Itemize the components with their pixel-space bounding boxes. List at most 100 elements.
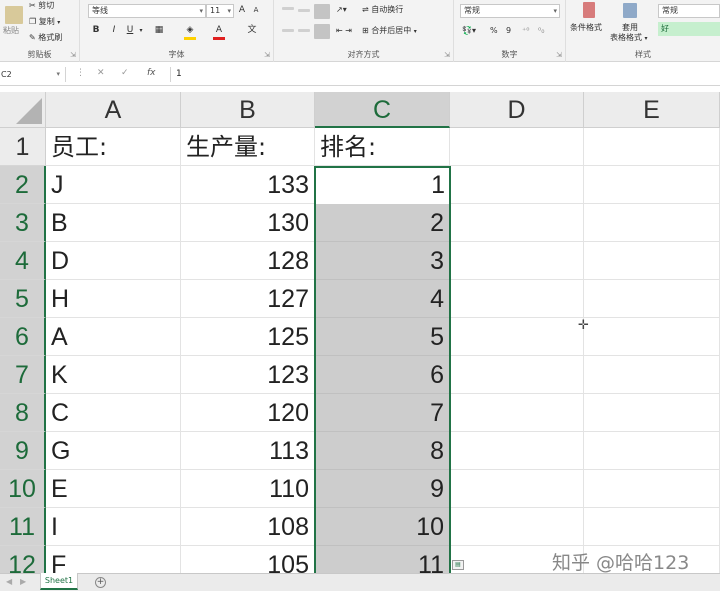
style-good-cell[interactable]: 好	[658, 22, 720, 36]
borders-button[interactable]: ▦	[152, 24, 166, 37]
shrink-font-button[interactable]: A	[250, 4, 262, 17]
cell-c1[interactable]: 排名:	[315, 128, 450, 166]
cell-b10[interactable]: 110	[181, 470, 315, 508]
row-header-4[interactable]: 4	[0, 242, 46, 280]
cell-d8[interactable]	[450, 394, 584, 432]
fill-color-button[interactable]: ◈	[183, 24, 197, 37]
cell-c4[interactable]: 3	[315, 242, 450, 280]
align-top-icon[interactable]	[282, 7, 294, 10]
cell-e6[interactable]	[584, 318, 720, 356]
cancel-icon[interactable]: ✕	[97, 68, 105, 78]
row-header-5[interactable]: 5	[0, 280, 46, 318]
cell-c11[interactable]: 10	[315, 508, 450, 546]
cell-c7[interactable]: 6	[315, 356, 450, 394]
cell-e1[interactable]	[584, 128, 720, 166]
cell-d3[interactable]	[450, 204, 584, 242]
phonetic-button[interactable]: 文	[245, 24, 259, 37]
select-all-button[interactable]	[0, 92, 46, 128]
chevron-down-icon[interactable]: ▾	[137, 24, 145, 37]
cell-a11[interactable]: I	[46, 508, 181, 546]
name-box[interactable]: C2 ▾	[0, 67, 66, 82]
quick-analysis-icon[interactable]: ▤	[452, 560, 464, 570]
cell-d6[interactable]	[450, 318, 584, 356]
cell-b5[interactable]: 127	[181, 280, 315, 318]
merge-center-button[interactable]: ⊞ 合并后居中 ▾	[362, 26, 417, 37]
tab-sheet1[interactable]: Sheet1	[40, 573, 78, 590]
cell-d7[interactable]	[450, 356, 584, 394]
row-header-3[interactable]: 3	[0, 204, 46, 242]
cell-d11[interactable]	[450, 508, 584, 546]
active-cell-c2[interactable]: 1	[315, 167, 450, 204]
cell-a2[interactable]: J	[46, 166, 181, 204]
column-header-c[interactable]: C	[315, 92, 450, 128]
column-header-a[interactable]: A	[46, 92, 181, 128]
cell-d9[interactable]	[450, 432, 584, 470]
cell-b7[interactable]: 123	[181, 356, 315, 394]
decrease-decimal-icon[interactable]: ⁰₀	[538, 26, 544, 36]
cell-e8[interactable]	[584, 394, 720, 432]
orientation-icon[interactable]: ↗▾	[336, 5, 347, 15]
copy-button[interactable]: ❐ 复制 ▾	[29, 17, 60, 28]
cell-b9[interactable]: 113	[181, 432, 315, 470]
more-options-icon[interactable]: ⋮	[76, 68, 85, 78]
row-header-10[interactable]: 10	[0, 470, 46, 508]
cell-e11[interactable]	[584, 508, 720, 546]
align-center-icon[interactable]	[298, 29, 310, 32]
row-header-9[interactable]: 9	[0, 432, 46, 470]
indent-icon[interactable]: ⇤ ⇥	[336, 26, 352, 36]
column-header-e[interactable]: E	[584, 92, 720, 128]
cell-b6[interactable]: 125	[181, 318, 315, 356]
row-header-2[interactable]: 2	[0, 166, 46, 204]
cell-c5[interactable]: 4	[315, 280, 450, 318]
cell-e7[interactable]	[584, 356, 720, 394]
cell-a3[interactable]: B	[46, 204, 181, 242]
cell-a5[interactable]: H	[46, 280, 181, 318]
cell-b2[interactable]: 133	[181, 166, 315, 204]
cell-c10[interactable]: 9	[315, 470, 450, 508]
cell-a6[interactable]: A	[46, 318, 181, 356]
number-launcher-icon[interactable]: ⇲	[556, 51, 562, 59]
cell-e2[interactable]	[584, 166, 720, 204]
number-format-select[interactable]: 常规 ▾	[460, 4, 560, 18]
cell-e9[interactable]	[584, 432, 720, 470]
cell-a10[interactable]: E	[46, 470, 181, 508]
cell-d2[interactable]	[450, 166, 584, 204]
cell-c6[interactable]: 5	[315, 318, 450, 356]
tab-nav-left-icon[interactable]: ◀	[6, 577, 12, 587]
cell-a9[interactable]: G	[46, 432, 181, 470]
cell-b4[interactable]: 128	[181, 242, 315, 280]
row-header-6[interactable]: 6	[0, 318, 46, 356]
align-middle-icon[interactable]	[298, 9, 310, 12]
wrap-text-button[interactable]: ⇌ 自动换行	[362, 5, 403, 15]
align-left-icon[interactable]	[282, 29, 294, 32]
conditional-format-button[interactable]: 条件格式	[570, 23, 602, 33]
align-bottom-icon[interactable]	[314, 4, 330, 19]
underline-button[interactable]: U	[124, 24, 136, 37]
comma-button[interactable]: 9	[506, 26, 511, 36]
alignment-launcher-icon[interactable]: ⇲	[444, 51, 450, 59]
cell-a7[interactable]: K	[46, 356, 181, 394]
cell-d5[interactable]	[450, 280, 584, 318]
row-header-1[interactable]: 1	[0, 128, 46, 166]
cell-d1[interactable]	[450, 128, 584, 166]
style-normal-cell[interactable]: 常规	[658, 4, 720, 18]
cell-c3[interactable]: 2	[315, 204, 450, 242]
cell-e5[interactable]	[584, 280, 720, 318]
cell-e10[interactable]	[584, 470, 720, 508]
column-header-d[interactable]: D	[450, 92, 584, 128]
align-right-icon[interactable]	[314, 24, 330, 39]
cell-e3[interactable]	[584, 204, 720, 242]
italic-button[interactable]: I	[108, 24, 120, 37]
cell-c9[interactable]: 8	[315, 432, 450, 470]
cell-a4[interactable]: D	[46, 242, 181, 280]
enter-icon[interactable]: ✓	[121, 68, 129, 78]
cell-b1[interactable]: 生产量:	[181, 128, 315, 166]
cell-b8[interactable]: 120	[181, 394, 315, 432]
cell-b3[interactable]: 130	[181, 204, 315, 242]
grow-font-button[interactable]: A	[236, 4, 248, 17]
paste-button[interactable]: 粘贴	[3, 26, 19, 36]
cell-c8[interactable]: 7	[315, 394, 450, 432]
cell-e4[interactable]	[584, 242, 720, 280]
currency-button[interactable]: 💱▾	[462, 26, 476, 36]
cell-a8[interactable]: C	[46, 394, 181, 432]
